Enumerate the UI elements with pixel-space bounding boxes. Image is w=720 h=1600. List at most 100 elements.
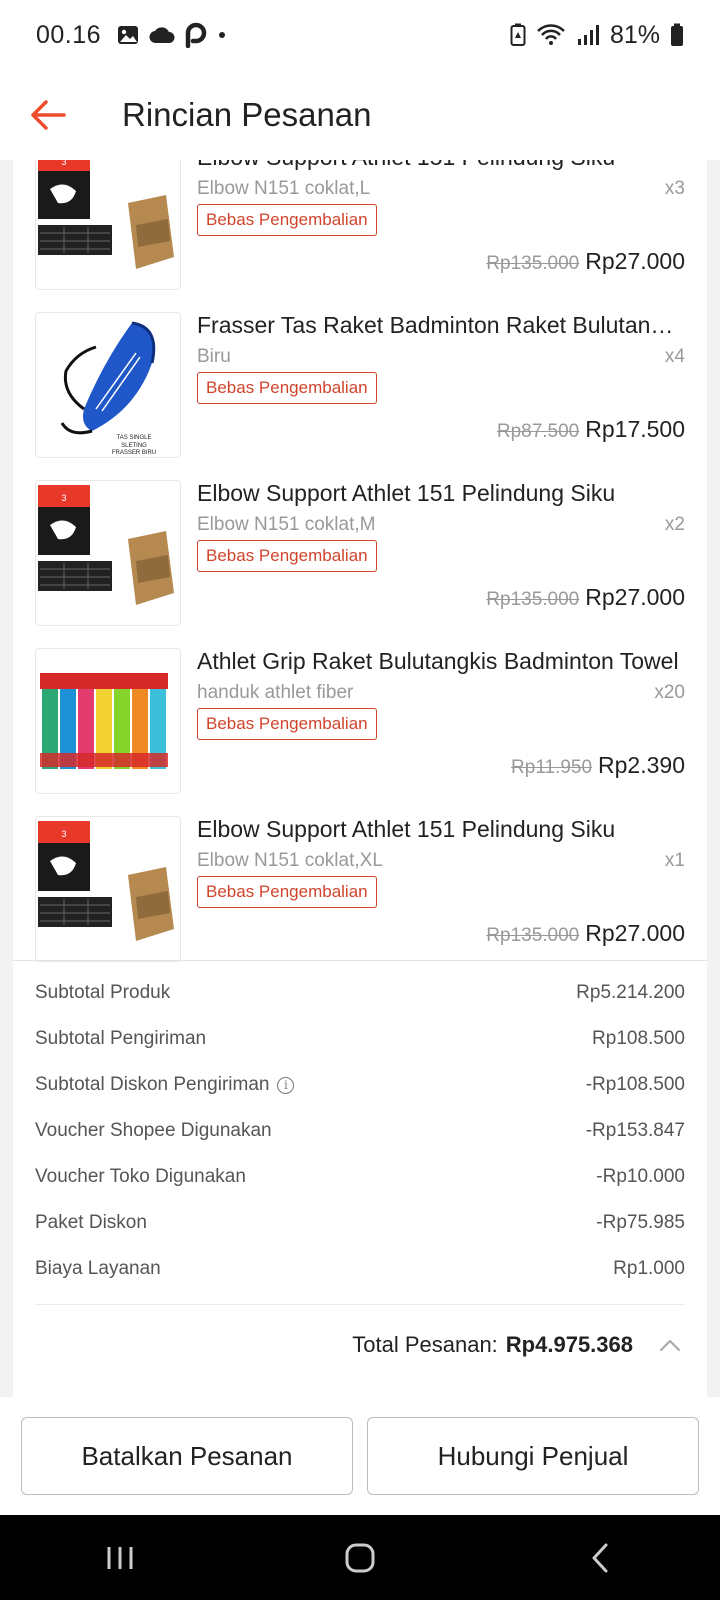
status-bar: 00.16 81% [0,0,720,70]
svg-text:FRASSER BIRU: FRASSER BIRU [112,450,156,456]
final-price: Rp17.500 [585,416,685,442]
summary-label: Voucher Toko Digunakan [35,1166,246,1187]
order-details-content[interactable]: 3 Elbow Support Athlet 151 Pelindung Sik… [13,160,707,1397]
total-value: Rp4.975.368 [505,1332,633,1357]
product-quantity: x2 [664,514,685,535]
summary-row: Biaya Layanan Rp1.000 [35,1246,685,1292]
original-price: Rp135.000 [486,253,580,274]
product-thumbnail[interactable]: 3 [35,816,181,962]
arrow-left-icon [31,100,66,130]
summary-row: Subtotal Diskon Pengiriman i -Rp108.500 [35,1062,685,1108]
product-item[interactable]: 3 Elbow Support Athlet 151 Pelindung Sik… [13,160,707,302]
signal-icon [576,24,600,46]
action-bar: Batalkan Pesanan Hubungi Penjual [0,1397,720,1515]
summary-value: Rp108.500 [592,1028,685,1049]
home-button[interactable] [310,1528,410,1588]
app-header: Rincian Pesanan [0,70,720,160]
elbow-support-image: 3 [36,817,180,961]
summary-row: Paket Diskon -Rp75.985 [35,1200,685,1246]
battery-saver-icon [510,23,526,47]
summary-value: Rp1.000 [613,1258,685,1279]
cloud-icon [149,26,175,44]
summary-value: -Rp108.500 [585,1074,685,1095]
product-name: Elbow Support Athlet 151 Pelindung Siku [197,480,616,506]
elbow-support-image: 3 [36,160,180,289]
original-price: Rp135.000 [486,589,580,610]
payment-summary: Subtotal Produk Rp5.214.200 Subtotal Pen… [35,960,685,1385]
price-row: Rp87.500 Rp17.500 [497,416,685,443]
home-icon [345,1543,375,1572]
summary-label: Voucher Shopee Digunakan [35,1120,272,1141]
summary-value: -Rp10.000 [596,1166,685,1187]
summary-label: Subtotal Pengiriman [35,1028,207,1049]
final-price: Rp27.000 [585,920,685,946]
product-thumbnail[interactable] [35,648,181,794]
dot-icon [217,30,227,40]
summary-label: Biaya Layanan [35,1258,161,1279]
return-badge: Bebas Pengembalian [197,876,377,908]
svg-text:3: 3 [61,160,66,167]
product-quantity: x20 [654,682,685,703]
original-price: Rp11.950 [511,757,593,778]
gallery-icon [117,24,139,46]
system-back-button[interactable] [550,1528,650,1588]
summary-label: Paket Diskon [35,1212,147,1233]
final-price: Rp27.000 [585,584,685,610]
summary-value: -Rp153.847 [585,1120,685,1141]
status-left: 00.16 [36,21,227,50]
svg-text:3: 3 [61,493,66,503]
original-price: Rp135.000 [486,925,580,946]
product-list: 3 Elbow Support Athlet 151 Pelindung Sik… [13,160,707,974]
product-quantity: x1 [664,850,685,871]
price-row: Rp135.000 Rp27.000 [486,584,685,611]
product-name: Athlet Grip Raket Bulutangkis Badminton … [197,648,679,674]
product-quantity: x4 [664,346,685,367]
summary-row: Subtotal Pengiriman Rp108.500 [35,1016,685,1062]
svg-text:3: 3 [61,829,66,839]
summary-row: Subtotal Produk Rp5.214.200 [35,970,685,1016]
recent-apps-button[interactable] [70,1528,170,1588]
product-variant: Elbow N151 coklat,XL [197,850,383,871]
summary-row: Voucher Toko Digunakan -Rp10.000 [35,1154,685,1200]
product-variant: handuk athlet fiber [197,682,354,703]
back-icon [592,1543,608,1572]
product-variant: Biru [197,346,231,367]
contact-seller-button[interactable]: Hubungi Penjual [367,1417,699,1495]
final-price: Rp27.000 [585,248,685,274]
summary-row: Voucher Shopee Digunakan -Rp153.847 [35,1108,685,1154]
elbow-support-image: 3 [36,481,180,625]
summary-value: -Rp75.985 [596,1212,685,1233]
return-badge: Bebas Pengembalian [197,204,377,236]
order-total-row[interactable]: Total Pesanan: Rp4.975.368 [35,1305,685,1385]
return-badge: Bebas Pengembalian [197,540,377,572]
product-quantity: x3 [664,178,685,199]
summary-label: Subtotal Diskon Pengiriman [35,1074,270,1095]
return-badge: Bebas Pengembalian [197,708,377,740]
svg-text:TAS SINGLE: TAS SINGLE [117,435,152,441]
system-nav-bar [0,1515,720,1600]
wifi-icon [536,23,566,47]
original-price: Rp87.500 [496,421,580,442]
total-label: Total Pesanan: [352,1332,498,1357]
racket-bag-image: TAS SINGLE SLETING FRASSER BIRU [36,313,180,457]
product-thumbnail[interactable]: 3 [35,160,181,290]
back-button[interactable] [24,91,72,139]
battery-percent: 81% [609,20,660,49]
summary-value: Rp5.214.200 [576,982,685,1003]
product-item[interactable]: 3 Elbow Support Athlet 151 Pelindung Sik… [13,470,707,638]
svg-text:SLETING: SLETING [121,443,147,449]
product-thumbnail[interactable]: TAS SINGLE SLETING FRASSER BIRU [35,312,181,458]
info-icon[interactable]: i [277,1076,295,1094]
product-name: Elbow Support Athlet 151 Pelindung Siku [197,816,616,842]
summary-label: Subtotal Produk [35,982,171,1003]
product-thumbnail[interactable]: 3 [35,480,181,626]
grip-towel-image [36,649,180,793]
product-item[interactable]: Athlet Grip Raket Bulutangkis Badminton … [13,638,707,806]
price-row: Rp11.950 Rp2.390 [511,752,685,779]
chevron-up-icon[interactable] [655,1330,685,1360]
product-item[interactable]: 3 Elbow Support Athlet 151 Pelindung Sik… [13,806,707,974]
product-name: Frasser Tas Raket Badminton Raket Buluta… [197,312,685,338]
product-item[interactable]: TAS SINGLE SLETING FRASSER BIRU Frasser … [13,302,707,470]
cancel-order-button[interactable]: Batalkan Pesanan [21,1417,353,1495]
p-app-icon [185,22,207,48]
